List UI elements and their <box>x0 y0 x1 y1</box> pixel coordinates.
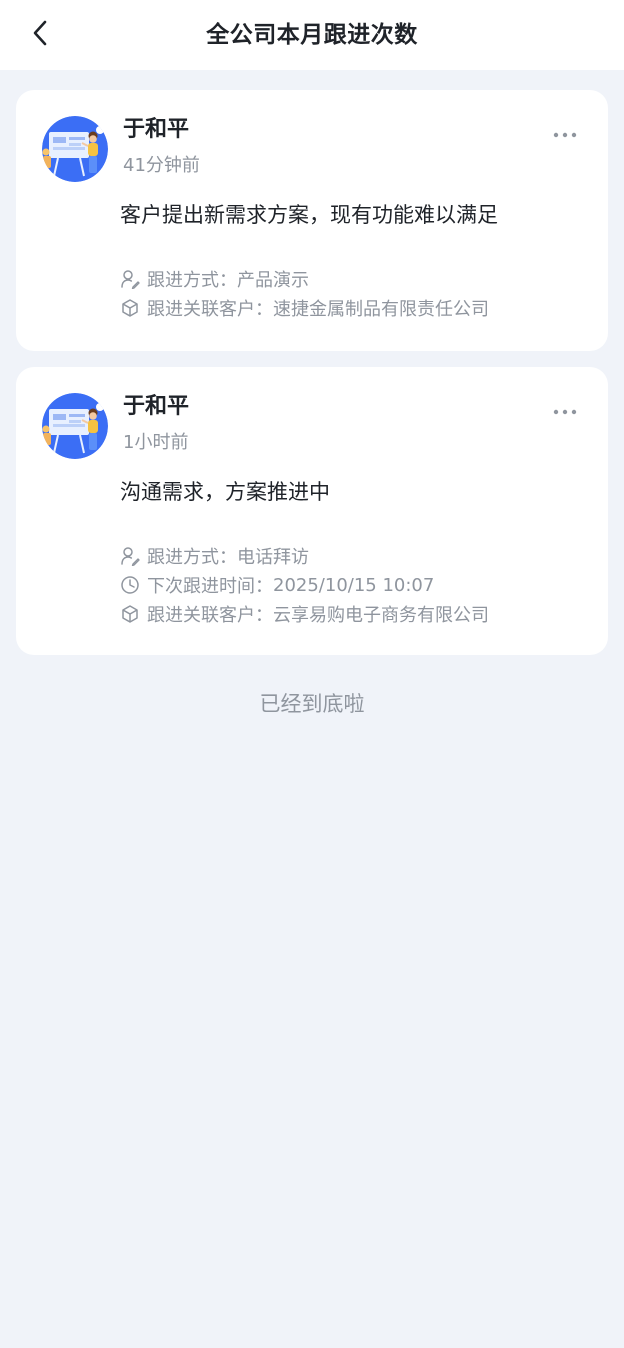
more-button[interactable] <box>548 397 582 421</box>
follow-up-content: 客户提出新需求方案，现有功能难以满足 <box>120 203 498 227</box>
follow-up-method: 跟进方式： 产品演示 <box>120 266 309 292</box>
more-dots-icon <box>553 123 577 142</box>
related-customer: 跟进关联客户： 云享易购电子商务有限公司 <box>120 601 489 627</box>
customer-link[interactable]: 速捷金属制品有限责任公司 <box>273 295 489 321</box>
cube-icon <box>120 604 140 624</box>
next-time-label: 下次跟进时间： <box>147 576 273 597</box>
clock-icon <box>120 575 140 595</box>
author-name: 于和平 <box>123 117 190 142</box>
method-value: 产品演示 <box>237 270 309 291</box>
end-of-list-text: 已经到底啦 <box>259 692 365 716</box>
header-bar: 全公司本月跟进次数 <box>0 0 624 70</box>
method-value: 电话拜访 <box>237 547 309 568</box>
author-name: 于和平 <box>123 394 190 419</box>
next-time-value: 2025/10/15 10:07 <box>273 574 435 596</box>
person-edit-icon <box>120 546 140 566</box>
more-button[interactable] <box>548 120 582 144</box>
page-title: 全公司本月跟进次数 <box>206 22 418 48</box>
avatar <box>42 393 108 459</box>
related-customer: 跟进关联客户： 速捷金属制品有限责任公司 <box>120 295 489 321</box>
follow-up-card[interactable]: 于和平 41分钟前 客户提出新需求方案，现有功能难以满足 跟进方式： 产品演示 <box>16 90 608 351</box>
customer-label: 跟进关联客户： <box>147 605 273 626</box>
post-time: 1小时前 <box>123 432 189 453</box>
avatar <box>42 116 108 182</box>
next-follow-up-time: 下次跟进时间： 2025/10/15 10:07 <box>120 572 434 598</box>
follow-up-card[interactable]: 于和平 1小时前 沟通需求，方案推进中 跟进方式： 电话拜访 下次跟进时间： 2… <box>16 367 608 655</box>
post-time: 41分钟前 <box>123 155 200 176</box>
follow-up-content: 沟通需求，方案推进中 <box>120 480 330 504</box>
method-label: 跟进方式： <box>147 547 237 568</box>
more-dots-icon <box>553 400 577 419</box>
method-label: 跟进方式： <box>147 270 237 291</box>
follow-up-method: 跟进方式： 电话拜访 <box>120 543 309 569</box>
cube-icon <box>120 298 140 318</box>
person-edit-icon <box>120 269 140 289</box>
customer-link[interactable]: 云享易购电子商务有限公司 <box>273 601 489 627</box>
customer-label: 跟进关联客户： <box>147 299 273 320</box>
